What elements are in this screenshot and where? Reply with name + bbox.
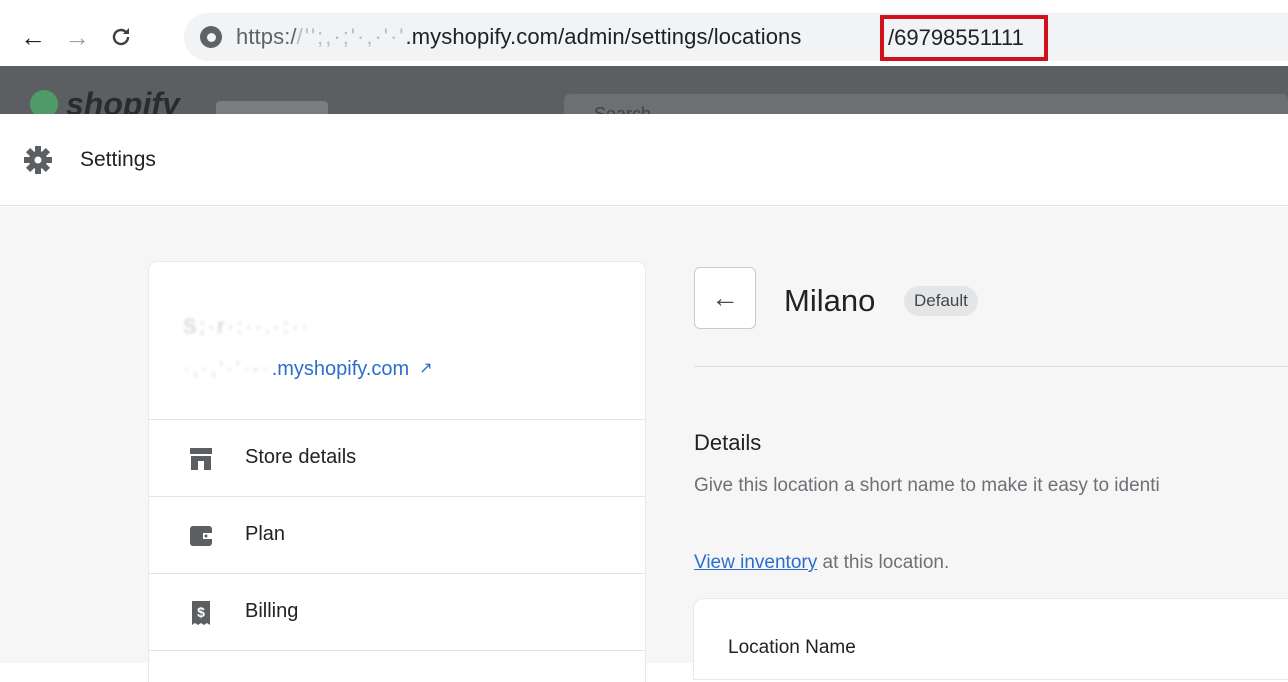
settings-header: Settings [0,114,1288,206]
shopify-topbar: shopify Search [0,66,1288,114]
inventory-line: View inventory at this location. [694,552,949,574]
external-link-icon: ↗ [419,360,433,377]
back-arrow-icon[interactable]: ← [18,20,48,54]
sidebar-item-billing[interactable]: $ Billing [149,574,645,651]
reload-icon[interactable] [106,20,136,54]
store-domain-suffix: .myshopify.com [271,358,410,380]
shopify-wordmark: shopify [66,86,180,114]
forward-arrow-icon[interactable]: → [62,20,92,54]
store-domain-redacted: ·,·,'·'·-· [183,358,272,380]
billing-icon: $ [192,601,210,625]
svg-text:$: $ [197,604,205,620]
location-name-label: Location Name [728,637,856,658]
divider [694,366,1288,367]
shopify-logo-icon [30,90,58,114]
url-redacted: /'';,·;'·,·'·' [296,24,406,49]
sidebar-item-store-details[interactable]: Store details [149,420,645,497]
inventory-suffix: at this location. [817,552,950,573]
store-card: S;·r·:··.·:·· ·,·,'·'·-·.myshopify.com ↗ [149,262,645,420]
sidebar-item-label: Store details [245,446,357,468]
gear-icon [24,146,52,174]
url-prefix: https:/ [236,24,297,49]
address-bar[interactable]: https://'';,·;'·,·'·'.myshopify.com/admi… [184,13,1288,61]
store-chip[interactable] [216,101,328,114]
details-heading: Details [694,430,762,455]
settings-content: S;·r·:··.·:·· ·,·,'·'·-·.myshopify.com ↗ … [0,207,1288,682]
wallet-icon [190,526,212,546]
site-info-icon[interactable] [200,26,222,48]
settings-title: Settings [80,148,156,171]
url-text[interactable]: https://'';,·;'·,·'·'.myshopify.com/admi… [236,24,802,50]
details-description: Give this location a short name to make … [694,475,1160,496]
store-domain-link[interactable]: ·,·,'·'·-·.myshopify.com ↗ [183,358,433,381]
location-form-card: Location Name [694,599,1288,679]
location-id-highlight: /69798551111 [880,15,1048,61]
store-icon [190,448,212,470]
page-title: Milano [784,283,876,318]
sidebar-item-plan[interactable]: Plan [149,497,645,574]
store-name-redacted: S;·r·:··.·:·· [183,316,311,338]
url-path: .myshopify.com/admin/settings/locations [405,24,802,49]
back-button[interactable]: ← [694,267,756,329]
status-badge: Default [904,286,978,316]
settings-sidebar: S;·r·:··.·:·· ·,·,'·'·-·.myshopify.com ↗ … [149,262,645,682]
sidebar-item-label: Plan [245,523,286,545]
browser-toolbar: ← → https://'';,·;'·,·'·'.myshopify.com/… [0,0,1288,72]
back-arrow-icon: ← [711,282,739,313]
view-inventory-link[interactable]: View inventory [694,552,817,573]
search-input[interactable]: Search [564,94,1288,114]
sidebar-item-label: Billing [245,600,299,622]
search-placeholder: Search [594,104,652,114]
